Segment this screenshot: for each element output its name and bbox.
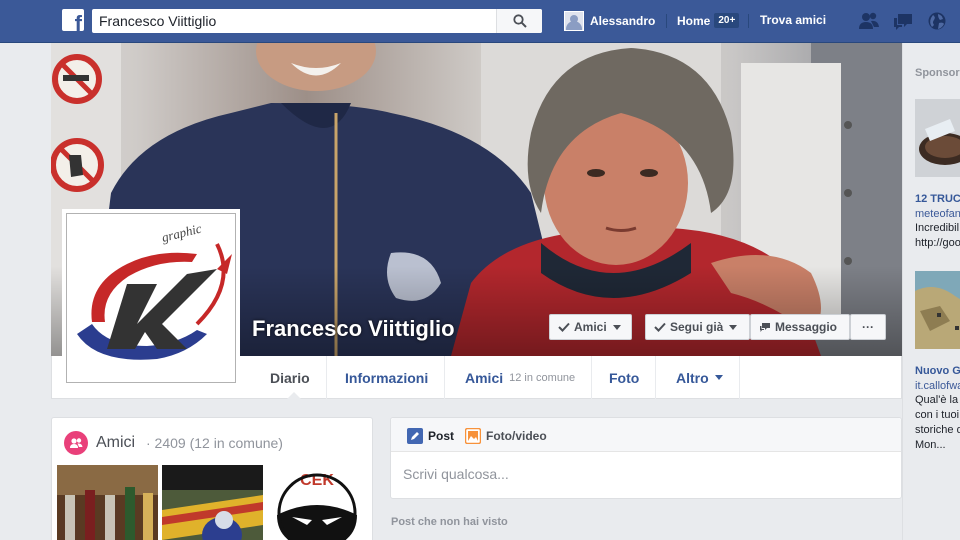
chevron-down-icon <box>714 375 723 380</box>
message-icon <box>760 322 770 332</box>
sponsored-column: Sponsorizzata 12 TRUCCHI meteofan Incred… <box>902 43 960 540</box>
check-icon <box>558 322 570 332</box>
search-input[interactable]: Francesco Viittiglio <box>99 13 216 29</box>
ad-image[interactable] <box>915 271 960 349</box>
ad-title[interactable]: 12 TRUCCHI <box>915 193 960 205</box>
search-button[interactable] <box>496 9 542 33</box>
ad-text-line: Mon... <box>915 439 946 451</box>
ad-domain[interactable]: meteofan <box>915 208 960 220</box>
composer-input[interactable]: Scrivi qualcosa... <box>403 466 509 482</box>
ad-text-line: Incredibil <box>915 222 960 234</box>
following-button-label: Segui già <box>670 320 724 334</box>
tab-friends[interactable]: Amici 12 in comune <box>449 356 593 399</box>
mutual-friends-count: 12 in comune <box>509 371 576 384</box>
facebook-logo-icon[interactable]: f <box>62 9 84 31</box>
pencil-icon <box>407 428 423 444</box>
home-notification-badge: 20+ <box>714 13 740 28</box>
sponsored-header: Sponsorizzata <box>915 67 960 79</box>
composer-tabs: Post Foto/video <box>391 418 901 452</box>
tab-more[interactable]: Altro <box>660 356 740 399</box>
top-navigation-bar: f Francesco Viittiglio Alessandro Home 2… <box>0 0 960 43</box>
composer-tab-post[interactable]: Post <box>407 428 454 444</box>
friends-card: Amici · 2409 (12 in comune) CEK <box>51 417 373 540</box>
friends-button[interactable]: Amici <box>549 314 632 340</box>
tab-photos[interactable]: Foto <box>593 356 657 399</box>
friend-requests-icon[interactable] <box>858 11 880 31</box>
nav-home-label: Home <box>677 13 711 28</box>
nav-find-friends-label: Trova amici <box>760 13 827 27</box>
composer-tab-photo-video[interactable]: Foto/video <box>465 428 547 444</box>
nav-find-friends-link[interactable]: Trova amici <box>760 13 826 27</box>
friends-card-title[interactable]: Amici <box>96 434 135 452</box>
unseen-posts-label: Post che non hai visto <box>391 516 508 528</box>
tab-about[interactable]: Informazioni <box>329 356 446 399</box>
more-options-button[interactable]: ··· <box>850 314 886 340</box>
nav-home-link[interactable]: Home 20+ <box>677 13 740 28</box>
ad-image[interactable] <box>915 99 960 177</box>
nav-profile-link[interactable]: Alessandro <box>564 10 655 32</box>
avatar <box>564 11 584 31</box>
post-composer: Post Foto/video Scrivi qualcosa... <box>390 417 902 499</box>
friends-button-label: Amici <box>574 320 607 334</box>
profile-logo-image: graphic <box>67 214 235 382</box>
search-box[interactable]: Francesco Viittiglio <box>92 9 542 33</box>
nav-divider <box>666 14 667 28</box>
profile-name[interactable]: Francesco Viittiglio <box>252 316 455 342</box>
friend-thumbnail[interactable] <box>57 465 158 540</box>
friend-thumbnail[interactable]: CEK <box>267 465 368 540</box>
friend-thumbnail[interactable] <box>162 465 263 540</box>
notifications-globe-icon[interactable] <box>926 11 948 31</box>
ad-title[interactable]: Nuovo G <box>915 365 960 377</box>
friends-count: · 2409 (12 in comune) <box>146 435 283 451</box>
message-button[interactable]: Messaggio <box>750 314 850 340</box>
friends-icon <box>64 431 88 455</box>
active-tab-pointer <box>286 392 302 400</box>
nav-user-name: Alessandro <box>590 14 656 28</box>
ad-domain[interactable]: it.callofwa <box>915 380 960 392</box>
more-options-icon: ··· <box>862 320 874 334</box>
ad-text-line: http://goo <box>915 237 960 249</box>
ad-text-line: con i tuoi <box>915 409 960 421</box>
message-button-label: Messaggio <box>775 320 838 334</box>
search-icon <box>513 14 527 28</box>
messages-icon[interactable] <box>892 11 914 31</box>
check-icon <box>654 322 666 332</box>
nav-divider <box>748 14 749 28</box>
following-button[interactable]: Segui già <box>645 314 750 340</box>
chevron-down-icon <box>612 324 621 330</box>
ad-text-line: Qual'è la t <box>915 394 960 406</box>
chevron-down-icon <box>729 324 738 330</box>
profile-picture[interactable]: graphic <box>66 213 236 383</box>
photo-icon <box>465 428 481 444</box>
ad-text-line: storiche d <box>915 424 960 436</box>
